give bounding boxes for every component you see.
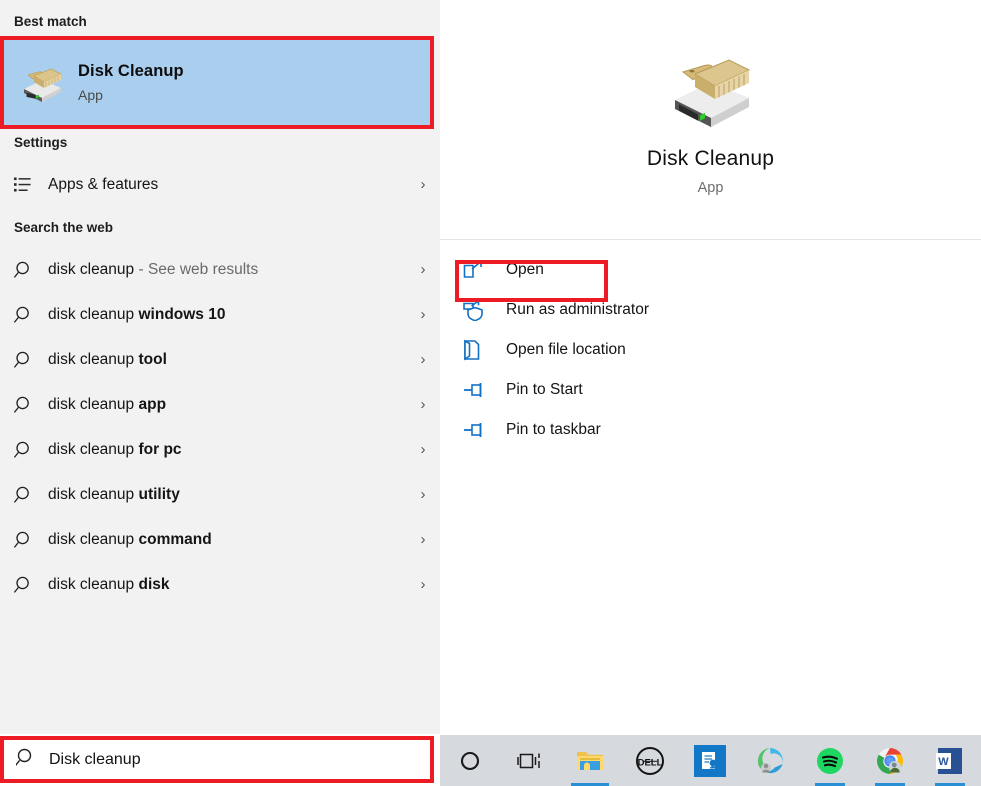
best-match-annotation-box: Disk Cleanup App	[0, 36, 434, 129]
web-suggestion-item[interactable]: disk cleanup command›	[0, 517, 440, 562]
chevron-right-icon[interactable]: ›	[406, 576, 440, 593]
chevron-right-icon[interactable]: ›	[406, 441, 440, 458]
app-action-label: Pin to Start	[506, 381, 583, 399]
open-window-icon	[462, 260, 506, 280]
search-input-value: Disk cleanup	[49, 751, 141, 769]
search-icon	[16, 747, 37, 773]
web-suggestions-list: disk cleanup - See web results›disk clea…	[0, 247, 440, 607]
chevron-right-icon[interactable]: ›	[406, 261, 440, 278]
search-results-panel: Best match	[0, 0, 440, 734]
app-action-pin-to-start[interactable]: Pin to Start	[440, 370, 981, 410]
settings-results-list: Apps & features›	[0, 162, 440, 207]
dell-icon[interactable]: DELL	[620, 735, 680, 786]
svg-text:W: W	[938, 756, 949, 768]
chevron-right-icon[interactable]: ›	[406, 176, 440, 193]
chevron-right-icon[interactable]: ›	[406, 486, 440, 503]
app-action-label: Open	[506, 261, 544, 279]
microsoft-edge-icon[interactable]	[740, 735, 800, 786]
web-suggestion-label: disk cleanup tool	[48, 351, 406, 369]
app-action-open[interactable]: Open	[440, 250, 981, 290]
windows-start-search-screen: Best match	[0, 0, 981, 786]
search-box-annotation-box: Disk cleanup	[0, 736, 434, 783]
google-chrome-icon[interactable]	[860, 735, 920, 786]
file-explorer-icon[interactable]	[560, 735, 620, 786]
settings-header: Settings	[0, 135, 67, 150]
shield-admin-icon	[462, 300, 506, 321]
search-icon	[14, 260, 48, 280]
search-icon	[14, 395, 48, 415]
web-suggestion-item[interactable]: disk cleanup - See web results›	[0, 247, 440, 292]
search-icon	[14, 575, 48, 595]
app-action-label: Run as administrator	[506, 301, 649, 319]
cortana-icon[interactable]	[440, 735, 500, 786]
pin-icon	[462, 381, 506, 399]
web-suggestion-label: disk cleanup windows 10	[48, 306, 406, 324]
folder-location-icon	[462, 339, 506, 361]
svg-text:DELL: DELL	[638, 757, 663, 768]
web-suggestion-item[interactable]: disk cleanup for pc›	[0, 427, 440, 472]
search-the-web-header: Search the web	[0, 220, 113, 235]
web-suggestion-item[interactable]: disk cleanup disk›	[0, 562, 440, 607]
web-suggestion-label: disk cleanup - See web results	[48, 261, 406, 279]
app-actions-list: Open Run as administrator Open file locati…	[440, 240, 981, 450]
settings-result-item[interactable]: Apps & features›	[0, 162, 440, 207]
chevron-right-icon[interactable]: ›	[406, 396, 440, 413]
search-icon	[14, 485, 48, 505]
app-action-label: Open file location	[506, 341, 626, 359]
app-preview-subtitle: App	[698, 180, 724, 196]
search-icon	[14, 530, 48, 550]
web-suggestion-label: disk cleanup for pc	[48, 441, 406, 459]
search-icon	[14, 305, 48, 325]
web-suggestion-label: disk cleanup utility	[48, 486, 406, 504]
app-preview-header: Disk Cleanup App	[440, 10, 981, 240]
disk-cleanup-icon	[14, 63, 70, 103]
app-preview-panel: Disk Cleanup App Open Run as administrato…	[440, 10, 981, 734]
taskbar: DELL	[440, 735, 981, 786]
chevron-right-icon[interactable]: ›	[406, 351, 440, 368]
web-suggestion-item[interactable]: disk cleanup utility›	[0, 472, 440, 517]
chevron-right-icon[interactable]: ›	[406, 531, 440, 548]
list-settings-icon	[14, 176, 48, 194]
search-icon	[14, 440, 48, 460]
spotify-icon[interactable]	[800, 735, 860, 786]
app-action-run-as-administrator[interactable]: Run as administrator	[440, 290, 981, 330]
best-match-title: Disk Cleanup	[78, 62, 184, 81]
dell-digital-delivery-icon[interactable]	[680, 735, 740, 786]
app-preview-title: Disk Cleanup	[647, 147, 774, 171]
app-action-pin-to-taskbar[interactable]: Pin to taskbar	[440, 410, 981, 450]
web-suggestion-label: disk cleanup command	[48, 531, 406, 549]
search-input[interactable]: Disk cleanup	[4, 740, 430, 779]
best-match-subtitle: App	[78, 87, 184, 103]
web-suggestion-label: disk cleanup app	[48, 396, 406, 414]
settings-result-label: Apps & features	[48, 176, 406, 194]
best-match-header: Best match	[0, 14, 87, 29]
task-view-icon[interactable]	[500, 735, 560, 786]
web-suggestion-item[interactable]: disk cleanup tool›	[0, 337, 440, 382]
search-icon	[14, 350, 48, 370]
web-suggestion-item[interactable]: disk cleanup windows 10›	[0, 292, 440, 337]
pin-icon	[462, 421, 506, 439]
best-match-result-disk-cleanup[interactable]: Disk Cleanup App	[4, 40, 430, 125]
chevron-right-icon[interactable]: ›	[406, 306, 440, 323]
web-suggestion-label: disk cleanup disk	[48, 576, 406, 594]
web-suggestion-item[interactable]: disk cleanup app›	[0, 382, 440, 427]
microsoft-word-icon[interactable]: W	[920, 735, 980, 786]
app-action-label: Pin to taskbar	[506, 421, 601, 439]
app-action-open-file-location[interactable]: Open file location	[440, 330, 981, 370]
disk-cleanup-icon	[663, 48, 759, 133]
